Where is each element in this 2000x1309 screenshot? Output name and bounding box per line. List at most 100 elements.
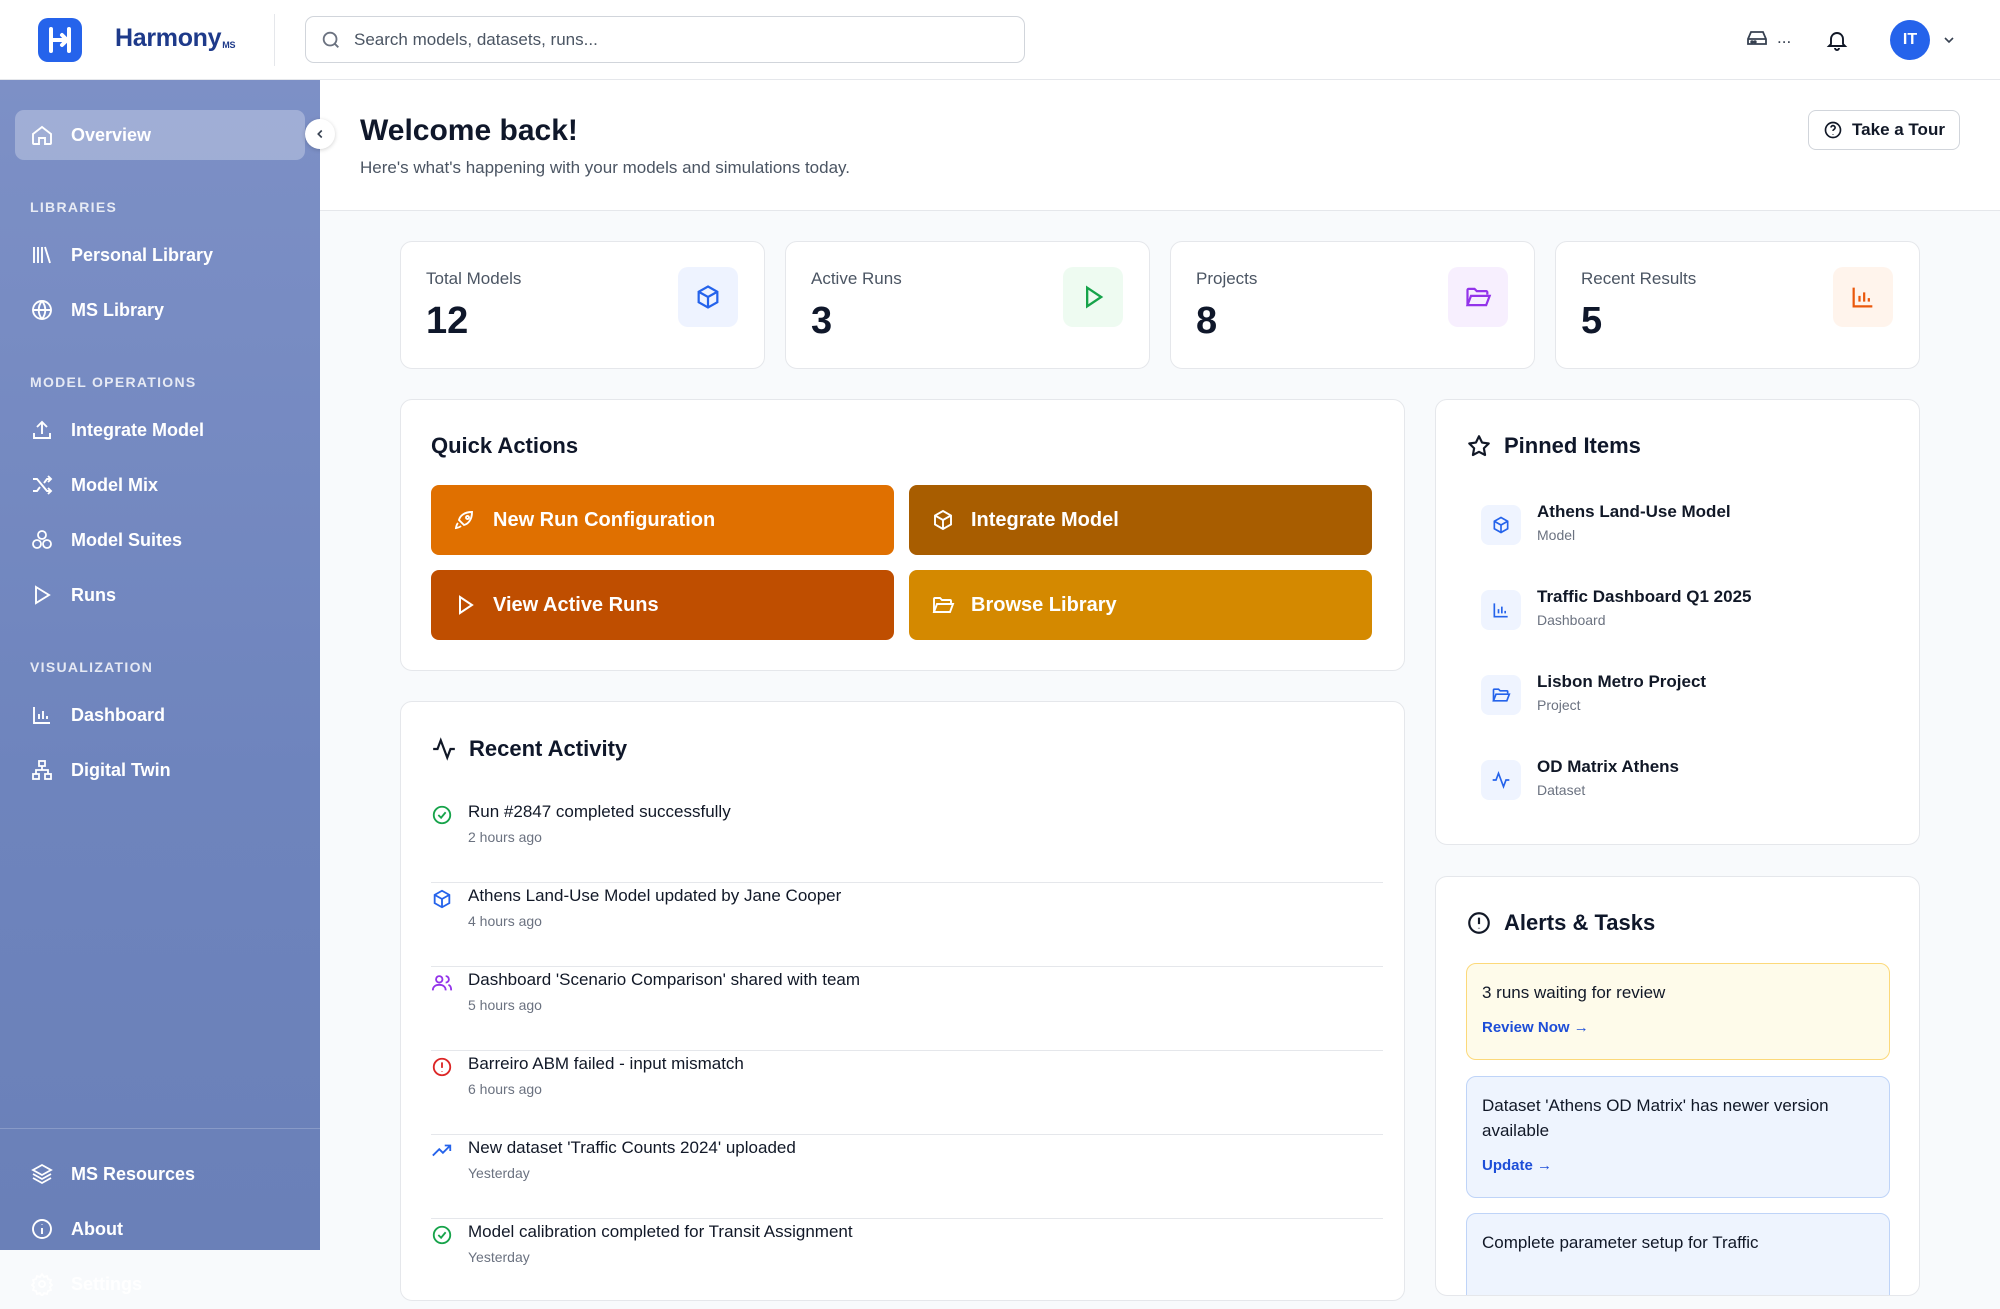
pinned-item-name: Lisbon Metro Project: [1537, 672, 1707, 691]
collapse-sidebar-button[interactable]: [305, 119, 335, 149]
activity-item[interactable]: Dashboard 'Scenario Comparison' shared w…: [431, 967, 1383, 1051]
pinned-item-type: Model: [1537, 527, 1576, 543]
page-header: Welcome back! Here's what's happening wi…: [320, 80, 2000, 211]
bar-chart-icon: [30, 703, 54, 727]
pinned-item-name: Traffic Dashboard Q1 2025: [1537, 587, 1752, 606]
sidebar-item-model-suites[interactable]: Model Suites: [15, 515, 305, 565]
chevron-down-icon[interactable]: [1941, 32, 1957, 48]
sidebar-item-integrate-model[interactable]: Integrate Model: [15, 405, 305, 455]
network-icon: [30, 758, 54, 782]
sidebar-item-about[interactable]: About: [15, 1204, 305, 1254]
pinned-items-title: Pinned Items: [1466, 433, 1641, 459]
avatar[interactable]: IT: [1890, 20, 1930, 60]
stat-label: Total Models: [426, 269, 522, 288]
sidebar-item-settings[interactable]: Settings: [15, 1259, 305, 1309]
stat-label: Recent Results: [1581, 269, 1697, 288]
pinned-item[interactable]: OD Matrix Athens Dataset: [1481, 755, 1911, 815]
activity-text: Athens Land-Use Model updated by Jane Co…: [468, 886, 842, 905]
activity-text: Dashboard 'Scenario Comparison' shared w…: [468, 970, 861, 989]
sidebar-item-ms-resources[interactable]: MS Resources: [15, 1149, 305, 1199]
rocket-icon: [453, 508, 477, 532]
gear-icon: [30, 1272, 54, 1296]
alert-text: Dataset 'Athens OD Matrix' has newer ver…: [1482, 1096, 1829, 1140]
cube-icon: [1481, 505, 1521, 545]
activity-text: Model calibration completed for Transit …: [468, 1222, 853, 1241]
new-run-configuration-button[interactable]: New Run Configuration: [431, 485, 894, 555]
layers-icon: [30, 1162, 54, 1186]
search-bar[interactable]: [305, 16, 1025, 63]
folder-icon: [1448, 267, 1508, 327]
stat-card-active-runs[interactable]: Active Runs 3: [785, 241, 1150, 369]
search-icon: [320, 29, 342, 51]
alert-item[interactable]: Dataset 'Athens OD Matrix' has newer ver…: [1466, 1076, 1890, 1198]
stat-label: Projects: [1196, 269, 1258, 288]
recent-activity-title: Recent Activity: [431, 736, 627, 762]
sidebar-item-personal-library[interactable]: Personal Library: [15, 230, 305, 280]
pinned-items-card: Pinned Items Athens Land-Use Model Model…: [1435, 399, 1920, 845]
activity-time: 4 hours ago: [468, 913, 542, 929]
bell-icon[interactable]: [1825, 28, 1849, 52]
alert-text: Complete parameter setup for Traffic: [1482, 1233, 1759, 1252]
alert-circle-icon: [1466, 910, 1492, 936]
activity-icon: [431, 736, 457, 762]
play-icon: [1063, 267, 1123, 327]
pinned-item-type: Dashboard: [1537, 612, 1606, 628]
brand-name[interactable]: HarmonyMS: [115, 24, 235, 53]
pinned-item[interactable]: Athens Land-Use Model Model: [1481, 500, 1911, 560]
pinned-item[interactable]: Traffic Dashboard Q1 2025 Dashboard: [1481, 585, 1911, 645]
sidebar-item-dashboard[interactable]: Dashboard: [15, 690, 305, 740]
sidebar-item-runs[interactable]: Runs: [15, 570, 305, 620]
sidebar-item-model-mix[interactable]: Model Mix: [15, 460, 305, 510]
users-icon: [431, 972, 453, 994]
cube-icon: [931, 508, 955, 532]
folder-icon: [1481, 675, 1521, 715]
review-now-link[interactable]: Review Now →: [1482, 1019, 1874, 1036]
activity-text: Barreiro ABM failed - input mismatch: [468, 1054, 744, 1073]
alert-item[interactable]: Complete parameter setup for Traffic: [1466, 1213, 1890, 1295]
search-input[interactable]: [354, 29, 974, 50]
stat-value: 12: [426, 300, 469, 342]
activity-time: Yesterday: [468, 1165, 530, 1181]
stat-card-recent-results[interactable]: Recent Results 5: [1555, 241, 1920, 369]
alert-text: 3 runs waiting for review: [1482, 983, 1666, 1002]
check-circle-icon: [431, 804, 453, 826]
activity-item[interactable]: Barreiro ABM failed - input mismatch 6 h…: [431, 1051, 1383, 1135]
sidebar-divider: [0, 1128, 320, 1129]
pinned-item-name: OD Matrix Athens: [1537, 757, 1680, 776]
folder-icon: [931, 593, 955, 617]
divider: [274, 14, 275, 66]
sidebar-item-digital-twin[interactable]: Digital Twin: [15, 745, 305, 795]
workspace-selector[interactable]: ...: [1745, 26, 1791, 50]
home-icon: [30, 123, 54, 147]
trending-up-icon: [431, 1140, 453, 1162]
stat-card-projects[interactable]: Projects 8: [1170, 241, 1535, 369]
chevron-left-icon: [313, 127, 327, 141]
boxes-icon: [30, 528, 54, 552]
pinned-item[interactable]: Lisbon Metro Project Project: [1481, 670, 1911, 730]
top-bar: HarmonyMS ... IT: [0, 0, 2000, 80]
quick-actions-title: Quick Actions: [431, 433, 579, 458]
alert-item[interactable]: 3 runs waiting for review Review Now →: [1466, 963, 1890, 1060]
sidebar-item-ms-library[interactable]: MS Library: [15, 285, 305, 335]
activity-item[interactable]: Model calibration completed for Transit …: [431, 1219, 1383, 1300]
activity-text: Run #2847 completed successfully: [468, 802, 731, 821]
integrate-model-button[interactable]: Integrate Model: [909, 485, 1372, 555]
sidebar-item-overview[interactable]: Overview: [15, 110, 305, 160]
activity-item[interactable]: New dataset 'Traffic Counts 2024' upload…: [431, 1135, 1383, 1219]
take-a-tour-button[interactable]: Take a Tour: [1808, 110, 1960, 150]
activity-item[interactable]: Run #2847 completed successfully 2 hours…: [431, 799, 1383, 883]
activity-item[interactable]: Athens Land-Use Model updated by Jane Co…: [431, 883, 1383, 967]
update-link[interactable]: Update →: [1482, 1157, 1874, 1174]
upload-icon: [30, 418, 54, 442]
drive-icon: [1745, 26, 1769, 50]
browse-library-button[interactable]: Browse Library: [909, 570, 1372, 640]
section-title-libraries: LIBRARIES: [30, 199, 118, 215]
view-active-runs-button[interactable]: View Active Runs: [431, 570, 894, 640]
stat-card-total-models[interactable]: Total Models 12: [400, 241, 765, 369]
logo-icon[interactable]: [38, 18, 82, 62]
help-circle-icon: [1823, 120, 1843, 140]
check-circle-icon: [431, 1224, 453, 1246]
bar-chart-icon: [1833, 267, 1893, 327]
pinned-item-name: Athens Land-Use Model: [1537, 502, 1731, 521]
stat-label: Active Runs: [811, 269, 902, 288]
